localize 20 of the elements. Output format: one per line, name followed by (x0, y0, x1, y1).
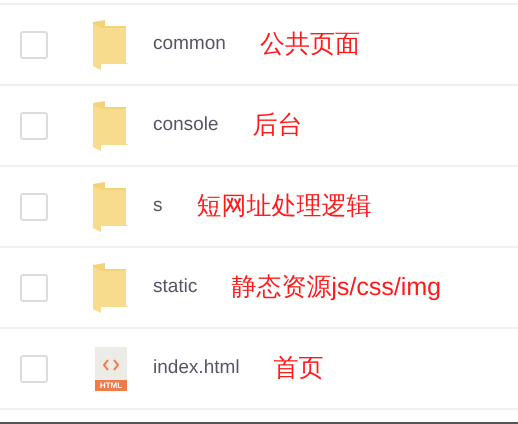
file-name[interactable]: index.html (153, 354, 240, 383)
folder-icon (93, 100, 129, 150)
file-name[interactable]: console (153, 111, 218, 140)
folder-icon (93, 182, 129, 232)
checkbox[interactable] (20, 30, 48, 58)
file-name[interactable]: s (153, 192, 162, 221)
annotation: 首页 (274, 352, 324, 384)
file-name[interactable]: static (153, 273, 198, 302)
folder-icon (93, 262, 129, 312)
annotation: 公共页面 (260, 28, 360, 60)
html-file-icon: HTML (95, 346, 127, 390)
checkbox[interactable] (20, 354, 48, 382)
annotation: 后台 (252, 110, 302, 141)
annotation: 短网址处理逻辑 (196, 190, 372, 222)
checkbox[interactable] (20, 192, 48, 220)
folder-icon (93, 20, 129, 70)
file-name[interactable]: common (153, 30, 226, 59)
annotation: 静态资源js/css/img (231, 272, 442, 303)
checkbox[interactable] (20, 112, 48, 140)
checkbox[interactable] (20, 274, 48, 302)
